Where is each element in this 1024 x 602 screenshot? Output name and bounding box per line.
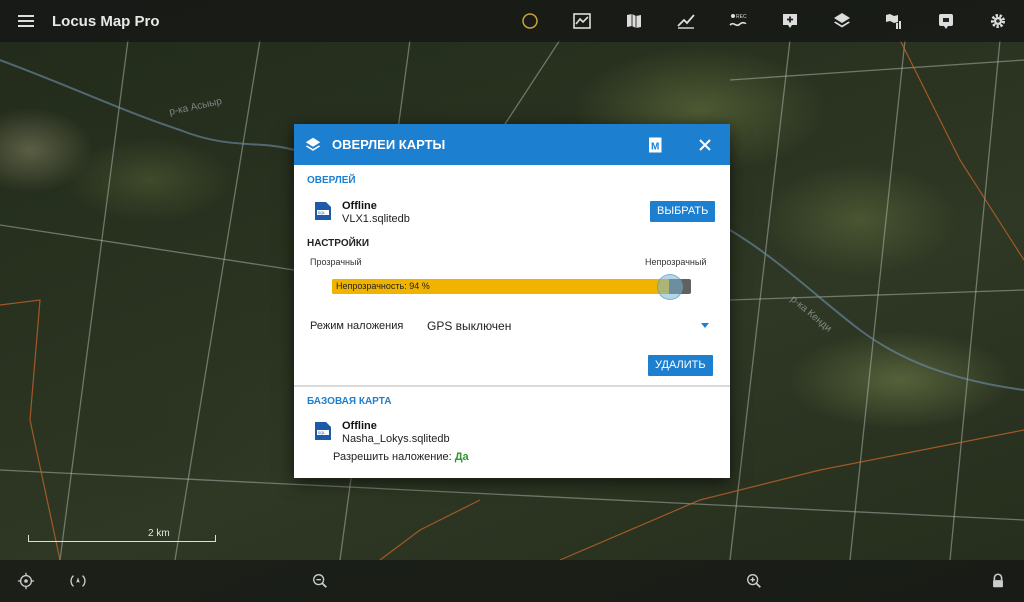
settings-heading: НАСТРОЙКИ	[307, 238, 370, 249]
map-tools-icon	[886, 14, 901, 29]
scale-bar	[28, 535, 216, 542]
base-map-heading: БАЗОВАЯ КАРТА	[307, 396, 392, 407]
lock-button[interactable]	[974, 560, 1022, 602]
zoom-in-button[interactable]	[730, 560, 778, 602]
dialog-title: ОВЕРЛЕИ КАРТЫ	[332, 137, 446, 152]
svg-text:р-ка Кенди: р-ка Кенди	[788, 294, 833, 335]
svg-text:SQL: SQL	[318, 210, 327, 215]
tracks-icon	[573, 13, 591, 29]
rec-icon: REC	[729, 14, 747, 27]
allow-overlay-row: Разрешить наложение: Да	[333, 451, 469, 463]
opacity-value-label: Непрозрачность: 94 %	[336, 281, 430, 291]
bottom-toolbar	[0, 560, 1024, 602]
delete-button[interactable]: УДАЛИТЬ	[648, 355, 713, 376]
zoom-in-icon	[747, 574, 761, 588]
svg-text:SQL: SQL	[318, 430, 327, 435]
opacity-slider-fill: Непрозрачность: 94 %	[332, 279, 669, 294]
dialog-header: ОВЕРЛЕИ КАРТЫ M	[294, 124, 730, 165]
map-rotation-button[interactable]	[54, 560, 102, 602]
map-tools-button[interactable]	[868, 0, 920, 42]
rec-label: REC	[736, 14, 747, 20]
menu-button[interactable]	[0, 0, 52, 42]
blend-mode-label: Режим наложения	[310, 320, 404, 332]
base-map-type: Offline	[342, 420, 377, 432]
svg-text:р-ка Асыыр: р-ка Асыыр	[168, 96, 223, 118]
tracks-button[interactable]	[556, 0, 608, 42]
close-icon	[699, 138, 711, 151]
guidance-button[interactable]	[920, 0, 972, 42]
sqlite-file-icon: SQL	[315, 202, 331, 220]
blend-mode-select[interactable]: GPS выключен	[427, 319, 511, 333]
base-map-file-name: Nasha_Lokys.sqlitedb	[342, 433, 450, 445]
overlay-file-name: VLX1.sqlitedb	[342, 213, 410, 225]
map-manager-icon: M	[646, 137, 662, 152]
zoom-out-icon	[313, 574, 327, 588]
opacity-slider[interactable]: Непрозрачность: 94 %	[332, 274, 691, 300]
settings-button[interactable]	[972, 0, 1024, 42]
allow-overlay-value: Да	[454, 451, 469, 463]
dropdown-caret-icon[interactable]	[701, 323, 709, 328]
map-button[interactable]	[608, 0, 660, 42]
close-button[interactable]	[686, 124, 724, 165]
sqlite-file-icon: SQL	[315, 422, 331, 440]
map-scale: 2 km	[28, 528, 216, 542]
add-point-button[interactable]	[764, 0, 816, 42]
settings-icon	[991, 14, 1005, 28]
add-point-icon	[783, 14, 797, 28]
gps-target-icon	[17, 572, 35, 590]
compass-icon	[522, 13, 538, 29]
lock-icon	[993, 573, 1003, 588]
opacity-slider-thumb[interactable]	[657, 274, 683, 300]
layers-icon	[834, 13, 850, 28]
zoom-out-button[interactable]	[296, 560, 344, 602]
opaque-label: Непрозрачный	[645, 257, 707, 267]
overlay-section-heading: ОВЕРЛЕЙ	[307, 175, 356, 186]
rotation-icon	[70, 575, 86, 587]
layers-icon	[305, 137, 321, 151]
rec-button[interactable]: REC	[712, 0, 764, 42]
m-badge: M	[651, 141, 659, 152]
transparent-label: Прозрачный	[310, 257, 362, 267]
layers-button[interactable]	[816, 0, 868, 42]
overlay-manager-button[interactable]: M	[634, 124, 674, 165]
select-button[interactable]: ВЫБРАТЬ	[650, 201, 716, 222]
app-title: Locus Map Pro	[52, 12, 160, 30]
menu-icon	[18, 15, 34, 27]
map-icon	[627, 14, 641, 28]
compass-button[interactable]	[504, 0, 556, 42]
overlay-type: Offline	[342, 200, 377, 212]
dialog-layers-icon-wrap	[294, 124, 332, 165]
guidance-icon	[939, 14, 953, 29]
map-overlays-dialog: ОВЕРЛЕИ КАРТЫ M ОВЕРЛЕЙ SQL Offline VLX1…	[294, 124, 730, 478]
track-record-icon	[677, 14, 695, 29]
section-divider	[294, 385, 730, 387]
track-record-button[interactable]	[660, 0, 712, 42]
gps-button[interactable]	[2, 560, 50, 602]
top-toolbar: Locus Map Pro REC	[0, 0, 1024, 42]
allow-overlay-label: Разрешить наложение:	[333, 451, 452, 463]
